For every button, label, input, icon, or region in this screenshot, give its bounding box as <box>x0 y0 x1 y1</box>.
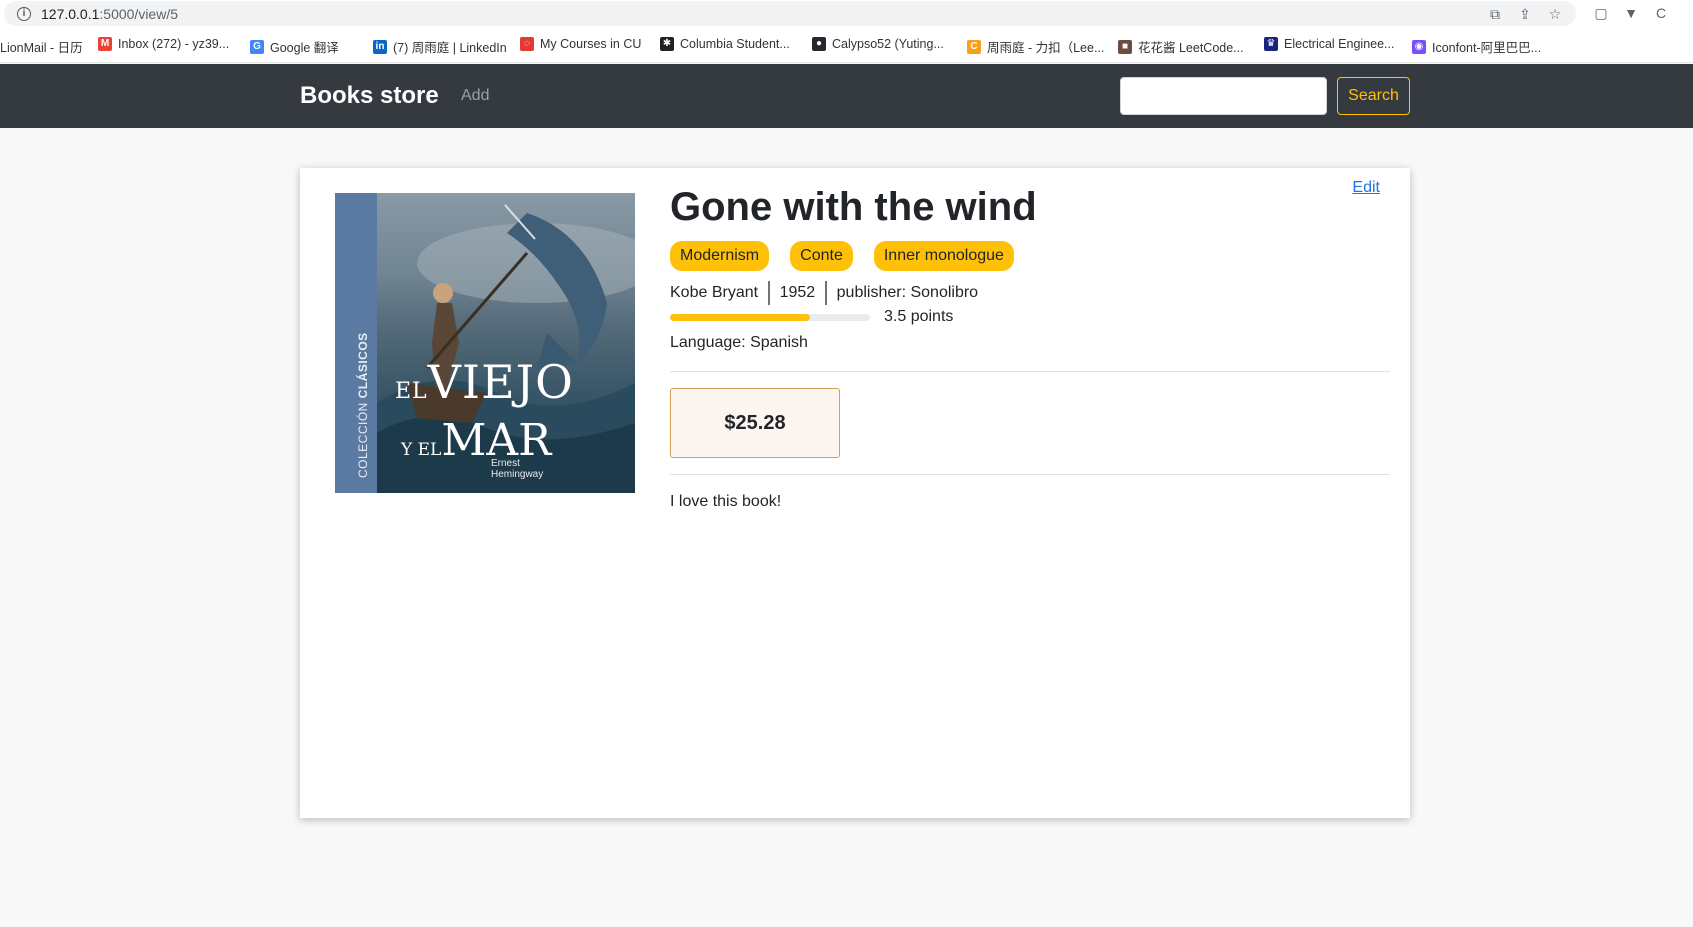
brand-link[interactable]: Books store <box>300 82 439 110</box>
rating-text: 3.5 points <box>884 308 954 325</box>
meta-divider <box>825 281 827 305</box>
bookmark-item[interactable]: G Google 翻译 <box>250 37 339 56</box>
meta-divider <box>768 281 770 305</box>
linkedin-icon: in <box>373 39 387 54</box>
book-meta: Kobe Bryant 1952 publisher: Sonolibro <box>670 281 1390 305</box>
bookmark-label: Inbox (272) - yz39... <box>118 37 230 51</box>
bookmark-item[interactable]: ◉ Iconfont-阿里巴巴... <box>1412 37 1541 56</box>
genre-tag[interactable]: Conte <box>790 241 853 271</box>
url-field[interactable]: i 127.0.0.1:5000/view/5 ⧉ ⇪ ☆ <box>4 1 1576 26</box>
divider <box>670 474 1390 475</box>
bookmark-item[interactable]: ● Calypso52 (Yuting... <box>812 37 944 51</box>
bookmark-label: Columbia Student... <box>680 37 790 51</box>
extension-c-icon[interactable]: C <box>1652 4 1670 22</box>
bookmark-item[interactable]: C 周雨庭 - 力扣（Lee... <box>967 37 1104 56</box>
bookmark-item[interactable]: ♛ Electrical Enginee... <box>1264 37 1394 51</box>
bookmark-item[interactable]: LionMail - 日历 <box>0 37 83 56</box>
navbar: Books store Add Search <box>0 64 1693 128</box>
cover-author: Ernest Hemingway <box>491 458 544 480</box>
divider <box>670 371 1390 372</box>
gmail-icon: M <box>98 37 112 51</box>
book-details: Gone with the wind Modernism Conte Inner… <box>670 183 1390 511</box>
rating-progress-fill <box>670 313 810 321</box>
bookmark-label: My Courses in CU <box>540 37 642 51</box>
crown-icon: ♛ <box>1264 37 1278 51</box>
book-publisher: publisher: Sonolibro <box>836 284 979 301</box>
bookmark-item[interactable]: ◌ My Courses in CU <box>520 37 641 51</box>
book-language: Language: Spanish <box>670 334 808 351</box>
tag-list: Modernism Conte Inner monologue <box>670 241 1390 271</box>
bookmark-label: 周雨庭 - 力扣（Lee... <box>987 41 1105 55</box>
price-box: $25.28 <box>670 388 840 458</box>
cover-title-line1: ELVIEJO <box>395 355 574 409</box>
leetcode-icon: C <box>967 39 981 54</box>
bookmark-item[interactable]: M Inbox (272) - yz39... <box>98 37 229 51</box>
vue-devtools-icon[interactable]: ▼ <box>1622 4 1640 22</box>
bookmark-label: Iconfont-阿里巴巴... <box>1432 41 1542 55</box>
search-button[interactable]: Search <box>1337 77 1410 115</box>
bookmark-item[interactable]: ✱ Columbia Student... <box>660 37 790 51</box>
bookmark-item[interactable]: ■ 花花酱 LeetCode... <box>1118 37 1244 56</box>
book-year: 1952 <box>779 284 816 301</box>
extension-icon[interactable]: ▢ <box>1592 4 1610 22</box>
book-author: Kobe Bryant <box>670 284 759 301</box>
book-card: Edit COLECCIÓN CLÁSICOS ELVIEJO Y ELMAR … <box>300 168 1410 818</box>
columbia-icon: ✱ <box>660 37 674 51</box>
bookmark-item[interactable]: in (7) 周雨庭 | LinkedIn <box>373 37 507 56</box>
rating: 3.5 points <box>670 305 1390 329</box>
search-input[interactable] <box>1120 77 1327 115</box>
courses-icon: ◌ <box>520 37 534 51</box>
address-bar: i 127.0.0.1:5000/view/5 ⧉ ⇪ ☆ ▢ ▼ C <box>0 0 1693 27</box>
translate-icon: G <box>250 39 264 54</box>
book-review: I love this book! <box>670 493 782 510</box>
bookmark-label: Electrical Enginee... <box>1284 37 1395 51</box>
avatar-icon: ■ <box>1118 39 1132 54</box>
url-text[interactable]: 127.0.0.1:5000/view/5 <box>41 6 178 22</box>
genre-tag[interactable]: Modernism <box>670 241 770 271</box>
bookmarks-bar: LionMail - 日历 M Inbox (272) - yz39... G Goog… <box>0 27 1693 63</box>
share-icon[interactable]: ⇪ <box>1516 5 1534 23</box>
info-icon[interactable]: i <box>17 7 31 21</box>
bookmark-label: LionMail - 日历 <box>0 41 83 55</box>
iconfont-icon: ◉ <box>1412 39 1426 54</box>
bookmark-label: Google 翻译 <box>270 41 339 55</box>
rating-progress-bar <box>670 313 870 321</box>
add-link[interactable]: Add <box>461 87 489 105</box>
bookmark-star-icon[interactable]: ☆ <box>1546 5 1564 23</box>
book-cover-image: COLECCIÓN CLÁSICOS ELVIEJO Y ELMAR Ernes… <box>335 193 635 493</box>
genre-tag[interactable]: Inner monologue <box>873 241 1014 271</box>
cover-spine-text: COLECCIÓN CLÁSICOS <box>356 332 370 478</box>
bookmark-label: (7) 周雨庭 | LinkedIn <box>393 41 507 55</box>
github-icon: ● <box>812 37 826 51</box>
book-title: Gone with the wind <box>670 185 1037 229</box>
translate-page-icon[interactable]: ⧉ <box>1486 5 1504 23</box>
bookmark-label: Calypso52 (Yuting... <box>832 37 944 51</box>
bookmark-label: 花花酱 LeetCode... <box>1138 41 1244 55</box>
